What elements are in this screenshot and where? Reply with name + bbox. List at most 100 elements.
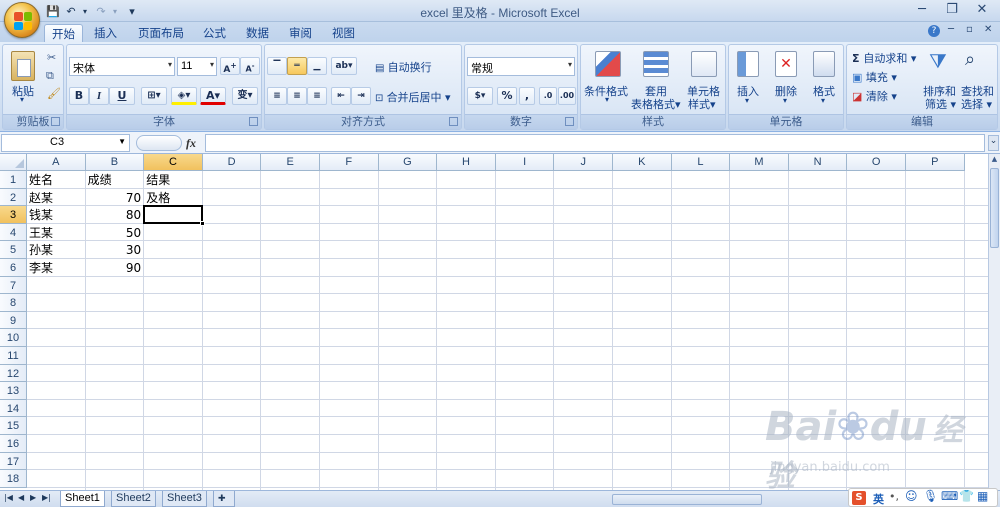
- bold-button[interactable]: B: [69, 87, 89, 105]
- row-header-15[interactable]: 15: [0, 417, 27, 435]
- sheet-tab-sheet3[interactable]: Sheet3: [162, 491, 207, 507]
- column-header-b[interactable]: B: [85, 154, 145, 171]
- cut-icon[interactable]: ✂: [47, 51, 56, 64]
- column-header-a[interactable]: A: [27, 154, 86, 171]
- row-header-3[interactable]: 3: [0, 206, 27, 224]
- increase-decimal-button[interactable]: .0: [539, 87, 557, 105]
- cell-a6[interactable]: 李某: [27, 259, 85, 276]
- borders-button[interactable]: ⊞▾: [141, 87, 167, 105]
- row-header-7[interactable]: 7: [0, 276, 27, 295]
- align-center-button[interactable]: ≡: [287, 87, 307, 105]
- autosum-button[interactable]: Σ 自动求和 ▾: [852, 50, 916, 66]
- column-header-g[interactable]: G: [378, 154, 438, 171]
- sheet-tab-sheet2[interactable]: Sheet2: [111, 491, 156, 507]
- ribbon-close-button[interactable]: ✕: [984, 24, 992, 35]
- row-header-18[interactable]: 18: [0, 470, 27, 488]
- paste-icon[interactable]: [11, 51, 35, 81]
- restore-button[interactable]: ❐: [938, 0, 966, 20]
- tab-view[interactable]: 视图: [325, 24, 362, 42]
- accounting-format-button[interactable]: $▾: [467, 87, 493, 105]
- prev-sheet-icon[interactable]: ◀: [18, 493, 24, 502]
- formula-input[interactable]: [205, 134, 985, 152]
- underline-button[interactable]: U: [109, 87, 135, 105]
- expand-formula-bar-icon[interactable]: ⌄: [988, 135, 999, 151]
- paste-dropdown-icon[interactable]: ▾: [20, 95, 24, 104]
- tab-home[interactable]: 开始: [44, 24, 83, 42]
- row-header-10[interactable]: 10: [0, 329, 27, 347]
- insert-dropdown-icon[interactable]: ▾: [745, 96, 749, 105]
- column-header-i[interactable]: I: [495, 154, 555, 171]
- cell-a2[interactable]: 赵某: [27, 189, 85, 206]
- fill-button[interactable]: ▣ 填充 ▾: [852, 69, 897, 85]
- column-header-c[interactable]: C: [144, 154, 203, 171]
- row-header-17[interactable]: 17: [0, 452, 27, 471]
- dialog-launcher-icon[interactable]: [51, 117, 60, 126]
- conditional-format-dropdown-icon[interactable]: ▾: [605, 95, 609, 104]
- help-icon[interactable]: ?: [928, 25, 940, 37]
- align-middle-button[interactable]: ═: [287, 57, 307, 75]
- column-header-h[interactable]: H: [437, 154, 496, 171]
- horizontal-scroll-thumb[interactable]: [612, 494, 762, 505]
- row-header-16[interactable]: 16: [0, 435, 27, 453]
- wrap-text-button[interactable]: ▤ 自动换行: [375, 59, 432, 75]
- font-size-select[interactable]: 11 ▾: [177, 57, 217, 76]
- find-select-button[interactable]: 选择 ▾: [961, 96, 992, 112]
- cell-a5[interactable]: 孙某: [27, 241, 85, 258]
- tab-insert[interactable]: 插入: [87, 24, 124, 42]
- decrease-indent-button[interactable]: ⇤: [331, 87, 351, 105]
- column-header-e[interactable]: E: [261, 154, 320, 171]
- row-header-13[interactable]: 13: [0, 382, 27, 400]
- tab-page-layout[interactable]: 页面布局: [131, 24, 191, 42]
- row-header-11[interactable]: 11: [0, 347, 27, 365]
- cell-c2[interactable]: 及格: [144, 189, 202, 206]
- fill-handle[interactable]: [200, 221, 205, 226]
- cell-b2[interactable]: 70: [86, 189, 144, 206]
- align-top-button[interactable]: ▔: [267, 57, 287, 75]
- skin-icon[interactable]: 👕: [959, 489, 974, 503]
- sogou-icon[interactable]: S: [852, 491, 866, 505]
- fill-color-button[interactable]: ◈▾: [171, 87, 197, 105]
- keyboard-icon[interactable]: ⌨: [941, 489, 958, 503]
- merge-center-button[interactable]: ⊡ 合并后居中 ▾: [375, 89, 451, 105]
- delete-dropdown-icon[interactable]: ▾: [783, 96, 787, 105]
- insert-function-button[interactable]: fx: [186, 136, 196, 151]
- increase-indent-button[interactable]: ⇥: [351, 87, 371, 105]
- row-header-14[interactable]: 14: [0, 399, 27, 418]
- clear-button[interactable]: ◪ 清除 ▾: [852, 88, 897, 104]
- microphone-icon[interactable]: 🎙: [923, 489, 938, 503]
- column-header-d[interactable]: D: [202, 154, 262, 171]
- column-header-n[interactable]: N: [788, 154, 848, 171]
- font-color-button[interactable]: A▾: [200, 87, 226, 105]
- orientation-button[interactable]: ab▾: [331, 57, 357, 75]
- next-sheet-icon[interactable]: ▶: [30, 493, 36, 502]
- row-header-2[interactable]: 2: [0, 188, 27, 207]
- cell-a1[interactable]: 姓名: [27, 171, 85, 188]
- italic-button[interactable]: I: [89, 87, 109, 105]
- cell-a4[interactable]: 王某: [27, 224, 85, 241]
- formula-bar-splitter[interactable]: [136, 135, 182, 151]
- column-header-l[interactable]: L: [671, 154, 731, 171]
- tab-data[interactable]: 数据: [239, 24, 276, 42]
- column-header-p[interactable]: P: [906, 154, 965, 171]
- align-right-button[interactable]: ≡: [307, 87, 327, 105]
- toolbox-icon[interactable]: ▦: [977, 489, 988, 503]
- comma-button[interactable]: ,: [519, 87, 535, 105]
- format-painter-icon[interactable]: 🖌: [47, 87, 61, 100]
- column-header-k[interactable]: K: [613, 154, 672, 171]
- cell-a3[interactable]: 钱某: [27, 206, 85, 223]
- punctuation-icon[interactable]: •,: [889, 490, 899, 503]
- column-header-m[interactable]: M: [730, 154, 789, 171]
- cell-b3[interactable]: 80: [86, 206, 144, 223]
- scroll-thumb[interactable]: [990, 168, 999, 248]
- row-header-4[interactable]: 4: [0, 223, 27, 242]
- cell-styles-button[interactable]: 样式▾: [688, 96, 716, 112]
- tab-review[interactable]: 审阅: [282, 24, 319, 42]
- sort-filter-button[interactable]: 筛选 ▾: [925, 96, 956, 112]
- number-dialog-launcher-icon[interactable]: [565, 117, 574, 126]
- ribbon-minimize-button[interactable]: ─: [948, 24, 954, 35]
- align-left-button[interactable]: ≡: [267, 87, 287, 105]
- ime-language-toggle[interactable]: 英: [873, 491, 884, 507]
- sheet-tab-sheet1[interactable]: Sheet1: [60, 491, 105, 507]
- cell-b5[interactable]: 30: [86, 241, 144, 258]
- font-dialog-launcher-icon[interactable]: [249, 117, 258, 126]
